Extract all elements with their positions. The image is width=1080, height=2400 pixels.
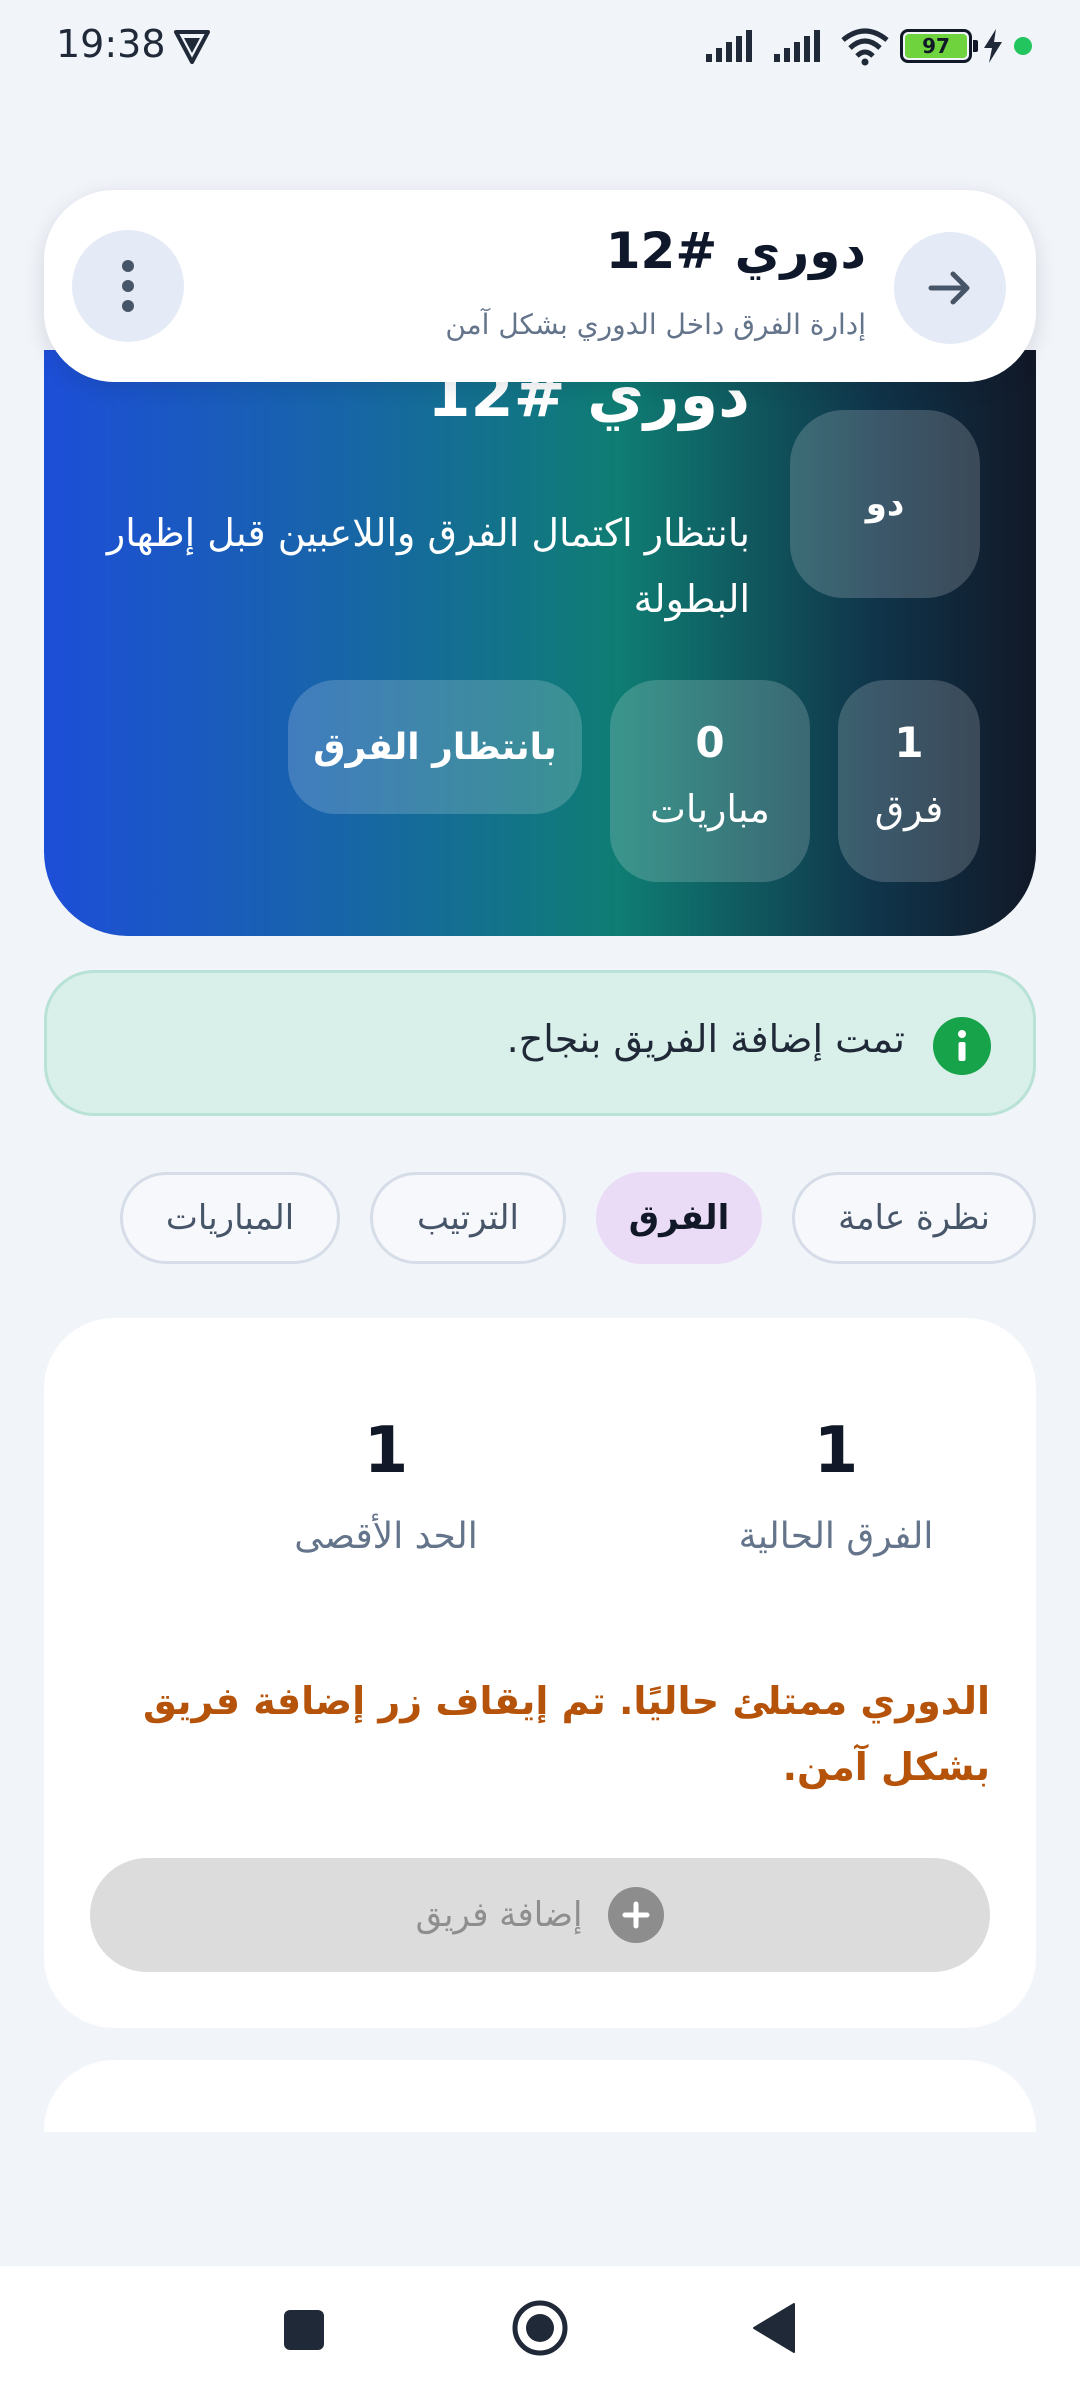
matches-stat: 0 مباريات: [610, 680, 810, 882]
teams-panel: 1 الفرق الحالية 1 الحد الأقصى الدوري ممت…: [44, 1318, 1036, 2028]
screen: 19:38 97 دوري #12 دو بانتظار اكتمال الفر…: [0, 0, 1080, 2400]
current-teams-count: 1 الفرق الحالية: [726, 1414, 946, 1557]
status-bar: 19:38 97: [0, 0, 1080, 92]
tab-overview[interactable]: نظرة عامة: [792, 1172, 1036, 1264]
back-button[interactable]: [894, 232, 1006, 344]
tab-matches[interactable]: المباريات: [120, 1172, 340, 1264]
page-subtitle: إدارة الفرق داخل الدوري بشكل آمن: [445, 308, 866, 341]
matches-stat-label: مباريات: [650, 787, 770, 831]
hero-description: بانتظار اكتمال الفرق واللاعبين قبل إظهار…: [106, 511, 750, 621]
tab-teams[interactable]: الفرق: [596, 1172, 762, 1264]
plus-icon: [608, 1887, 665, 1943]
league-avatar: دو: [790, 410, 980, 598]
teams-stat: 1 فرق: [838, 680, 980, 882]
vpn-shield-icon: [174, 30, 210, 64]
league-status-badge: بانتظار الفرق: [288, 680, 582, 814]
page-title: دوري #12: [605, 222, 866, 280]
signal-icon: [774, 30, 820, 62]
more-vertical-icon: [122, 260, 134, 312]
tab-standings[interactable]: الترتيب: [370, 1172, 566, 1264]
teams-stat-label: فرق: [874, 787, 944, 831]
signal-icon: [706, 30, 752, 62]
success-alert: تمت إضافة الفريق بنجاح.: [44, 970, 1036, 1116]
add-team-button[interactable]: إضافة فريق: [90, 1858, 990, 1972]
arrow-right-icon: [928, 271, 970, 305]
battery-icon: 97: [900, 29, 978, 63]
max-teams-count: 1 الحد الأقصى: [266, 1414, 506, 1557]
status-icons: 97: [704, 24, 1032, 68]
league-hero-card: دوري #12 دو بانتظار اكتمال الفرق واللاعب…: [44, 350, 1036, 936]
more-menu-button[interactable]: [72, 230, 184, 342]
charging-bolt-icon: [984, 29, 1002, 63]
wifi-icon: [841, 28, 889, 66]
max-teams-label: الحد الأقصى: [294, 1516, 478, 1557]
league-full-warning: الدوري ممتلئ حاليًا. تم إيقاف زر إضافة ف…: [142, 1679, 990, 1789]
max-teams-value: 1: [363, 1414, 409, 1488]
status-time: 19:38: [56, 22, 166, 66]
recents-button[interactable]: [284, 2310, 324, 2350]
next-section-card: [44, 2060, 1036, 2132]
info-icon: [933, 1017, 991, 1075]
app-header: دوري #12 إدارة الفرق داخل الدوري بشكل آم…: [44, 190, 1036, 382]
back-triangle-icon[interactable]: [752, 2302, 796, 2354]
matches-stat-value: 0: [695, 718, 725, 767]
home-button[interactable]: [510, 2298, 570, 2358]
system-navigation-bar: [0, 2266, 1080, 2400]
battery-level: 97: [905, 34, 967, 58]
teams-stat-value: 1: [894, 718, 924, 767]
add-team-label: إضافة فريق: [415, 1895, 583, 1935]
alert-message: تمت إضافة الفريق بنجاح.: [506, 1017, 905, 1061]
current-teams-label: الفرق الحالية: [738, 1516, 934, 1557]
avatar-text: دو: [865, 484, 905, 524]
current-teams-value: 1: [813, 1414, 859, 1488]
green-dot-icon: [1014, 37, 1032, 55]
